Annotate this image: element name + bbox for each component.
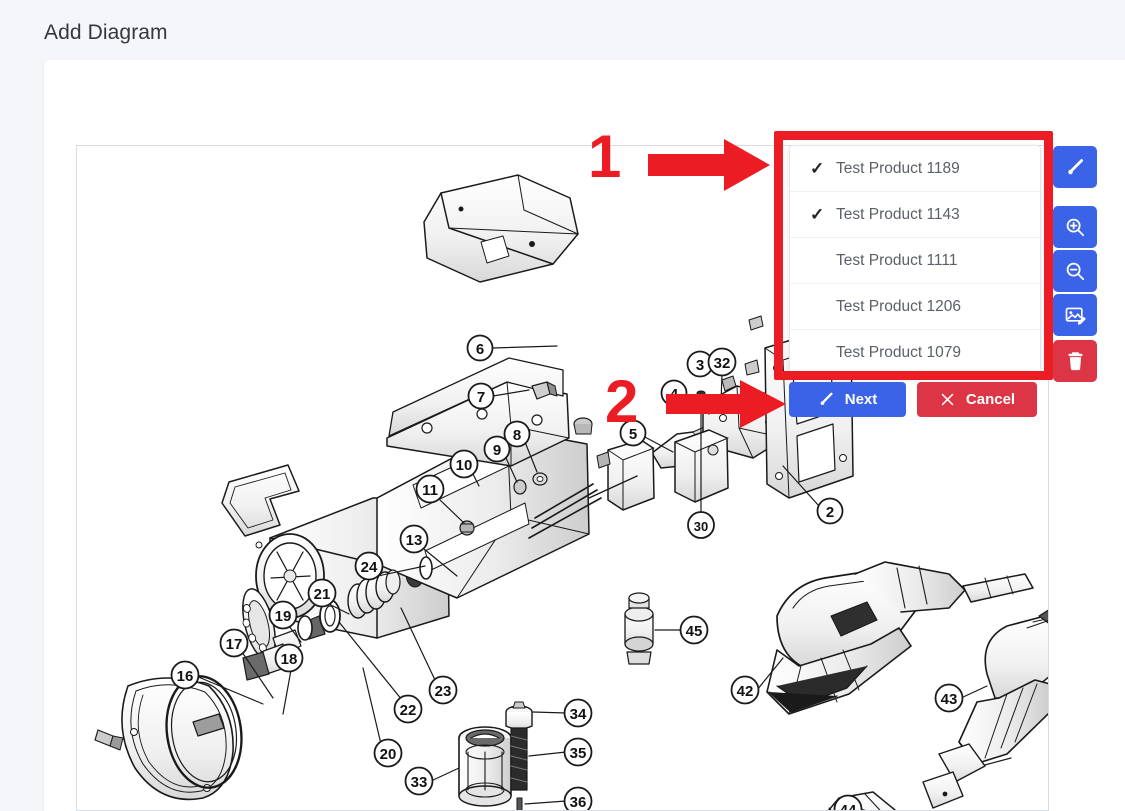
svg-text:11: 11 (422, 482, 438, 499)
svg-text:45: 45 (686, 623, 703, 640)
svg-text:42: 42 (737, 683, 754, 700)
svg-text:18: 18 (281, 651, 298, 668)
check-icon: ✓ (810, 159, 825, 178)
cancel-button-label: Cancel (965, 391, 1016, 408)
svg-text:44: 44 (840, 802, 857, 811)
svg-text:9: 9 (493, 442, 501, 459)
check-icon: ✓ (810, 205, 825, 224)
diagram-toolbar (1053, 146, 1097, 384)
next-button[interactable]: Next (789, 382, 906, 417)
dropdown-item-4[interactable]: ✓ Test Product 1079 (790, 330, 1040, 376)
close-x-icon (939, 391, 956, 408)
svg-text:6: 6 (476, 341, 484, 358)
next-button-label: Next (844, 391, 878, 408)
product-dropdown-list[interactable]: ✓ Test Product 1189 ✓ Test Product 1143 … (789, 145, 1041, 377)
svg-text:36: 36 (570, 794, 587, 811)
zoom-out-button[interactable] (1053, 250, 1097, 292)
svg-text:13: 13 (406, 532, 423, 549)
trash-icon (1065, 351, 1086, 372)
svg-text:30: 30 (694, 519, 708, 534)
svg-text:20: 20 (380, 746, 397, 763)
svg-text:19: 19 (275, 608, 292, 625)
svg-text:8: 8 (513, 427, 521, 444)
svg-text:3: 3 (696, 357, 704, 374)
svg-text:43: 43 (941, 691, 958, 708)
zoom-in-button[interactable] (1053, 206, 1097, 248)
dropdown-item-label: Test Product 1143 (836, 205, 960, 223)
svg-text:5: 5 (629, 426, 637, 443)
image-edit-icon (1064, 304, 1087, 327)
dropdown-item-label: Test Product 1079 (836, 344, 961, 361)
svg-text:33: 33 (411, 774, 428, 791)
svg-text:16: 16 (177, 668, 194, 685)
svg-text:17: 17 (226, 636, 243, 653)
dropdown-item-1[interactable]: ✓ Test Product 1143 (790, 192, 1040, 238)
zoom-out-icon (1064, 260, 1086, 282)
app-root: Add Diagram Diagram: (0, 0, 1125, 811)
zoom-in-icon (1064, 216, 1086, 238)
svg-text:32: 32 (714, 355, 731, 372)
dropdown-item-3[interactable]: ✓ Test Product 1206 (790, 284, 1040, 330)
svg-text:4: 4 (670, 386, 679, 403)
brush-icon (818, 391, 835, 408)
svg-text:35: 35 (570, 745, 587, 762)
svg-text:24: 24 (361, 559, 378, 576)
svg-text:23: 23 (435, 683, 452, 700)
svg-text:22: 22 (400, 702, 417, 719)
delete-button[interactable] (1053, 340, 1097, 382)
dropdown-item-label: Test Product 1111 (836, 251, 958, 269)
dropdown-item-label: Test Product 1189 (836, 159, 960, 177)
svg-text:2: 2 (826, 504, 834, 521)
svg-text:21: 21 (314, 586, 331, 603)
edit-image-button[interactable] (1053, 294, 1097, 336)
page-title: Add Diagram (44, 21, 168, 44)
dropdown-item-label: Test Product 1206 (836, 297, 961, 315)
dropdown-item-0[interactable]: ✓ Test Product 1189 (790, 146, 1040, 192)
svg-text:10: 10 (456, 457, 473, 474)
dialog-actions: Next Cancel (789, 382, 1037, 417)
dropdown-item-2[interactable]: ✓ Test Product 1111 (790, 238, 1040, 284)
cancel-button[interactable]: Cancel (917, 382, 1037, 417)
brush-tool-button[interactable] (1053, 146, 1097, 188)
svg-text:7: 7 (477, 389, 485, 406)
brush-icon (1065, 157, 1086, 178)
svg-text:34: 34 (570, 706, 587, 723)
